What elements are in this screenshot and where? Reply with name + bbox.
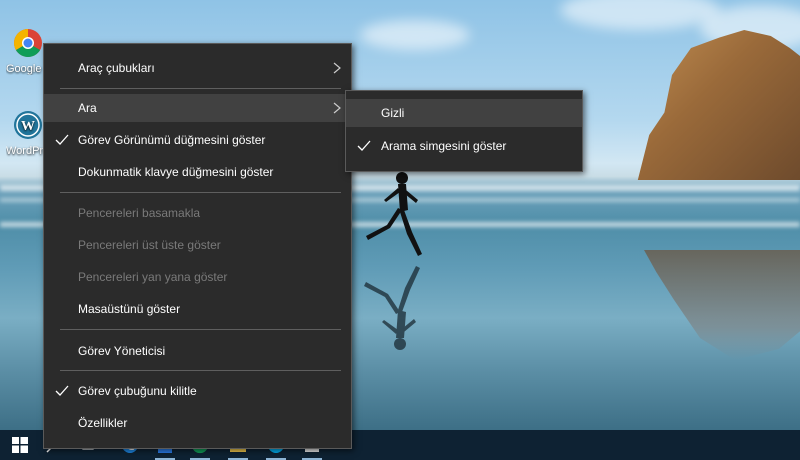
taskbar-context-menu: Araç çubukları Ara Görev Görünümü düğmes… bbox=[43, 43, 352, 449]
search-submenu: Gizli Arama simgesini göster bbox=[345, 90, 583, 172]
submenu-item-show-search-icon[interactable]: Arama simgesini göster bbox=[346, 132, 582, 160]
svg-text:W: W bbox=[21, 119, 35, 134]
runner-reflection bbox=[364, 266, 420, 350]
menu-item-label: Dokunmatik klavye düğmesini göster bbox=[78, 165, 274, 179]
wordpress-icon: W bbox=[14, 111, 42, 139]
menu-item-show-desktop[interactable]: Masaüstünü göster bbox=[44, 295, 351, 323]
menu-item-label: Görev Görünümü düğmesini göster bbox=[78, 133, 266, 147]
menu-item-task-manager[interactable]: Görev Yöneticisi bbox=[44, 337, 351, 365]
windows-logo-icon bbox=[12, 437, 28, 453]
checkmark-icon bbox=[55, 134, 69, 145]
rock-reflection bbox=[644, 250, 800, 360]
checkmark-icon bbox=[357, 140, 371, 151]
menu-item-label: Araç çubukları bbox=[78, 61, 155, 75]
runner-silhouette bbox=[366, 172, 422, 256]
submenu-item-label: Arama simgesini göster bbox=[381, 139, 507, 153]
menu-item-label: Görev çubuğunu kilitle bbox=[78, 384, 197, 398]
menu-item-label: Özellikler bbox=[78, 416, 128, 430]
menu-item-label: Pencereleri basamakla bbox=[78, 206, 201, 220]
chevron-right-icon bbox=[333, 102, 341, 114]
chevron-right-icon bbox=[333, 62, 341, 74]
submenu-item-label: Gizli bbox=[381, 106, 405, 120]
menu-item-cascade-windows: Pencereleri basamakla bbox=[44, 199, 351, 227]
menu-item-task-view-button[interactable]: Görev Görünümü düğmesini göster bbox=[44, 126, 351, 154]
menu-item-label: Masaüstünü göster bbox=[78, 302, 181, 316]
menu-separator bbox=[60, 88, 341, 89]
submenu-item-hidden[interactable]: Gizli bbox=[346, 99, 582, 127]
chrome-icon bbox=[14, 29, 42, 57]
menu-item-toolbars[interactable]: Araç çubukları bbox=[44, 54, 351, 82]
menu-item-label: Pencereleri yan yana göster bbox=[78, 270, 228, 284]
menu-separator bbox=[60, 192, 341, 193]
menu-item-touch-keyboard-button[interactable]: Dokunmatik klavye düğmesini göster bbox=[44, 158, 351, 186]
menu-separator bbox=[60, 370, 341, 371]
cloud bbox=[560, 0, 720, 30]
menu-item-label: Görev Yöneticisi bbox=[78, 344, 166, 358]
menu-item-side-by-side-windows: Pencereleri yan yana göster bbox=[44, 263, 351, 291]
checkmark-icon bbox=[55, 385, 69, 396]
menu-item-stack-windows: Pencereleri üst üste göster bbox=[44, 231, 351, 259]
menu-separator bbox=[60, 329, 341, 330]
menu-item-label: Ara bbox=[78, 101, 97, 115]
cloud bbox=[360, 20, 470, 50]
rock-formation bbox=[637, 30, 800, 180]
menu-item-properties[interactable]: Özellikler bbox=[44, 409, 351, 437]
menu-item-label: Pencereleri üst üste göster bbox=[78, 238, 221, 252]
menu-item-search[interactable]: Ara bbox=[44, 94, 351, 122]
start-button[interactable] bbox=[0, 430, 40, 460]
menu-item-lock-taskbar[interactable]: Görev çubuğunu kilitle bbox=[44, 377, 351, 405]
